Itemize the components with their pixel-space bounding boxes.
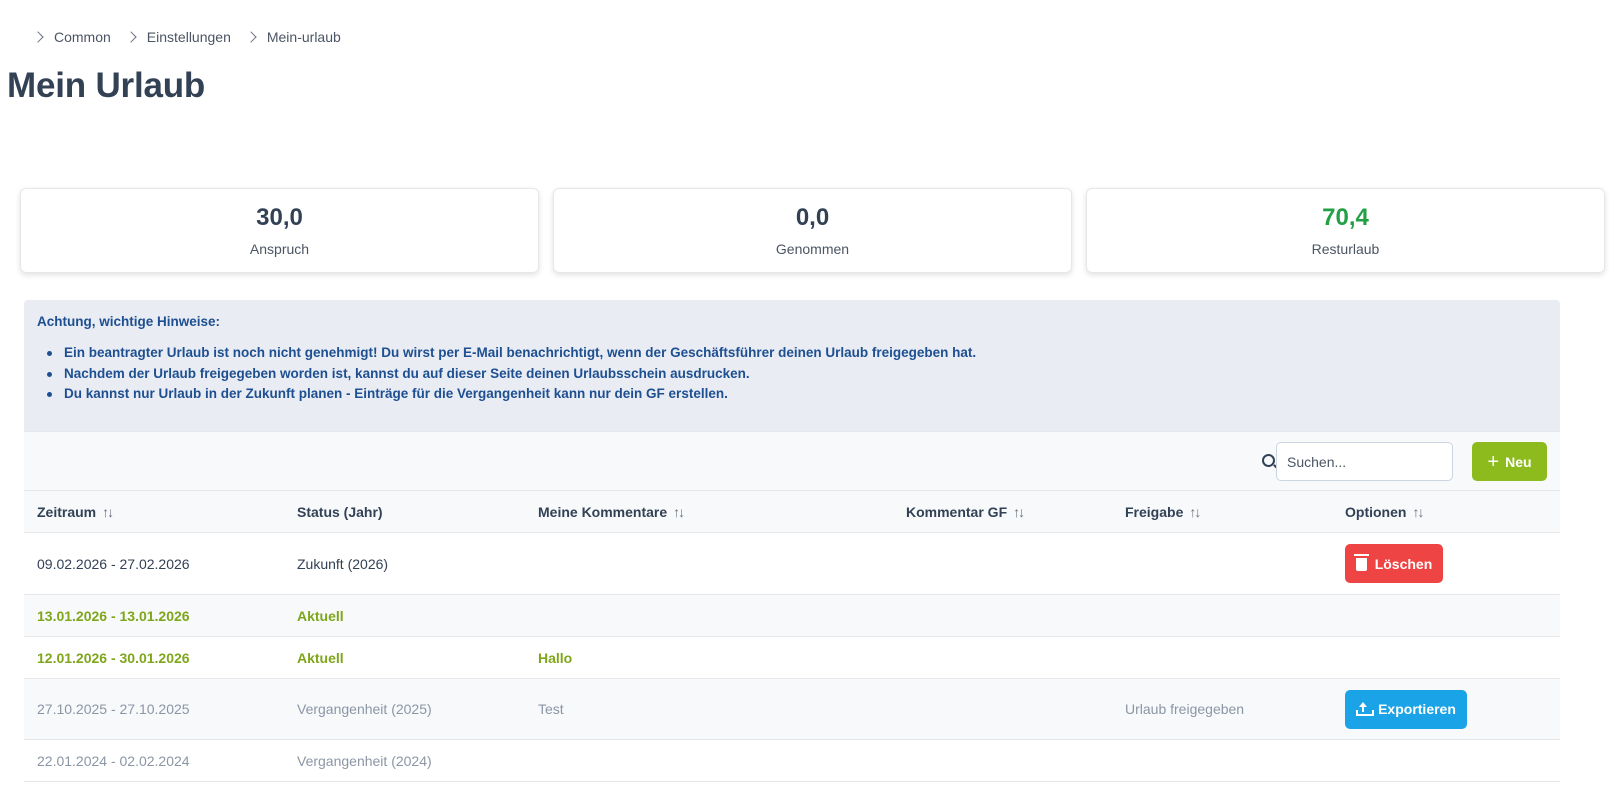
column-header-zeitraum[interactable]: Zeitraum ↑↓ — [37, 491, 114, 532]
table-row: 22.01.2024 - 02.02.2024 Vergangenheit (2… — [24, 740, 1560, 782]
column-header-kommentar-gf[interactable]: Kommentar GF ↑↓ — [906, 491, 1025, 532]
notice-list: Ein beantragter Urlaub ist noch nicht ge… — [37, 343, 1547, 405]
cell-status: Vergangenheit (2024) — [297, 752, 432, 769]
chevron-right-icon — [125, 31, 137, 43]
stat-label: Resturlaub — [1311, 240, 1380, 257]
breadcrumb-item-einstellungen[interactable]: Einstellungen — [125, 29, 245, 45]
breadcrumb-item-mein-urlaub: Mein-urlaub — [245, 29, 355, 45]
stat-value: 0,0 — [795, 204, 830, 232]
sort-icon: ↑↓ — [1412, 503, 1424, 520]
export-button[interactable]: Exportieren — [1345, 689, 1467, 729]
sort-icon: ↑↓ — [102, 503, 114, 520]
cell-zeitraum: 22.01.2024 - 02.02.2024 — [37, 752, 190, 769]
stat-card-genommen: 0,0 Genommen — [553, 188, 1072, 273]
table-row: 13.01.2026 - 13.01.2026 Aktuell — [24, 595, 1560, 637]
chevron-right-icon — [245, 31, 257, 43]
column-header-label: Status (Jahr) — [297, 503, 383, 520]
column-header-kommentare[interactable]: Meine Kommentare ↑↓ — [538, 491, 685, 532]
column-header-freigabe[interactable]: Freigabe ↑↓ — [1125, 491, 1201, 532]
table-row: 12.01.2026 - 30.01.2026 Aktuell Hallo — [24, 637, 1560, 679]
cell-zeitraum: 13.01.2026 - 13.01.2026 — [37, 607, 190, 624]
stat-label: Genommen — [775, 240, 850, 257]
cell-zeitraum: 12.01.2026 - 30.01.2026 — [37, 649, 190, 666]
column-header-status: Status (Jahr) — [297, 491, 383, 532]
breadcrumb-label[interactable]: Einstellungen — [147, 29, 231, 45]
cell-status: Vergangenheit (2025) — [297, 701, 432, 717]
notice-box: Achtung, wichtige Hinweise: Ein beantrag… — [24, 300, 1560, 431]
cell-zeitraum: 09.02.2026 - 27.02.2026 — [37, 555, 190, 572]
cell-optionen: Exportieren — [1345, 679, 1467, 739]
table-toolbar: + Neu — [24, 431, 1560, 491]
upload-icon — [1356, 702, 1375, 716]
cell-freigabe: Urlaub freigegeben — [1125, 701, 1245, 717]
chevron-right-icon — [32, 31, 44, 43]
cell-zeitraum: 27.10.2025 - 27.10.2025 — [37, 701, 190, 717]
notice-item: Du kannst nur Urlaub in der Zukunft plan… — [37, 384, 1547, 405]
notice-item: Ein beantragter Urlaub ist noch nicht ge… — [37, 343, 1547, 364]
plus-icon: + — [1487, 450, 1500, 473]
delete-button[interactable]: Löschen — [1345, 544, 1443, 583]
stat-card-anspruch: 30,0 Anspruch — [20, 188, 539, 273]
breadcrumb-label[interactable]: Common — [54, 29, 111, 45]
breadcrumb-label: Mein-urlaub — [266, 29, 341, 45]
search-input[interactable] — [1276, 442, 1453, 481]
new-button[interactable]: + Neu — [1472, 442, 1547, 481]
cell-kommentar: Hallo — [538, 649, 573, 666]
cell-status: Zukunft (2026) — [297, 555, 389, 572]
notice-title: Achtung, wichtige Hinweise: — [37, 314, 221, 329]
new-button-label: Neu — [1505, 453, 1532, 470]
stat-value: 30,0 — [256, 204, 303, 232]
column-header-label: Kommentar GF — [906, 503, 1008, 520]
sort-icon: ↑↓ — [1013, 503, 1025, 520]
sort-icon: ↑↓ — [673, 503, 685, 520]
vacation-table: Zeitraum ↑↓ Status (Jahr) Meine Kommentar… — [24, 491, 1560, 782]
table-row: 09.02.2026 - 27.02.2026 Zukunft (2026) L… — [24, 533, 1560, 595]
page-title: Mein Urlaub — [7, 66, 206, 105]
trash-icon — [1353, 554, 1369, 571]
cell-status: Aktuell — [297, 607, 344, 624]
cell-kommentar: Test — [538, 701, 564, 717]
stat-label: Anspruch — [249, 240, 310, 257]
stat-card-resturlaub: 70,4 Resturlaub — [1086, 188, 1605, 273]
column-header-label: Optionen — [1345, 503, 1407, 520]
stat-value: 70,4 — [1322, 204, 1369, 232]
delete-button-label: Löschen — [1374, 555, 1433, 572]
column-header-optionen[interactable]: Optionen ↑↓ — [1345, 491, 1424, 532]
column-header-label: Meine Kommentare — [538, 503, 668, 520]
breadcrumb: Common Einstellungen Mein-urlaub — [32, 29, 355, 45]
export-button-label: Exportieren — [1378, 701, 1456, 717]
stats-cards: 30,0 Anspruch 0,0 Genommen 70,4 Resturla… — [20, 188, 1605, 273]
column-header-label: Freigabe — [1125, 503, 1184, 520]
sort-icon: ↑↓ — [1189, 503, 1201, 520]
table-row: 27.10.2025 - 27.10.2025 Vergangenheit (2… — [24, 679, 1560, 740]
table-header-row: Zeitraum ↑↓ Status (Jahr) Meine Kommentar… — [24, 491, 1560, 533]
notice-item: Nachdem der Urlaub freigegeben worden is… — [37, 364, 1547, 385]
search-icon — [1262, 454, 1275, 467]
cell-optionen: Löschen — [1345, 533, 1443, 594]
column-header-label: Zeitraum — [37, 503, 97, 520]
cell-status: Aktuell — [297, 649, 344, 666]
breadcrumb-item-common[interactable]: Common — [32, 29, 125, 45]
